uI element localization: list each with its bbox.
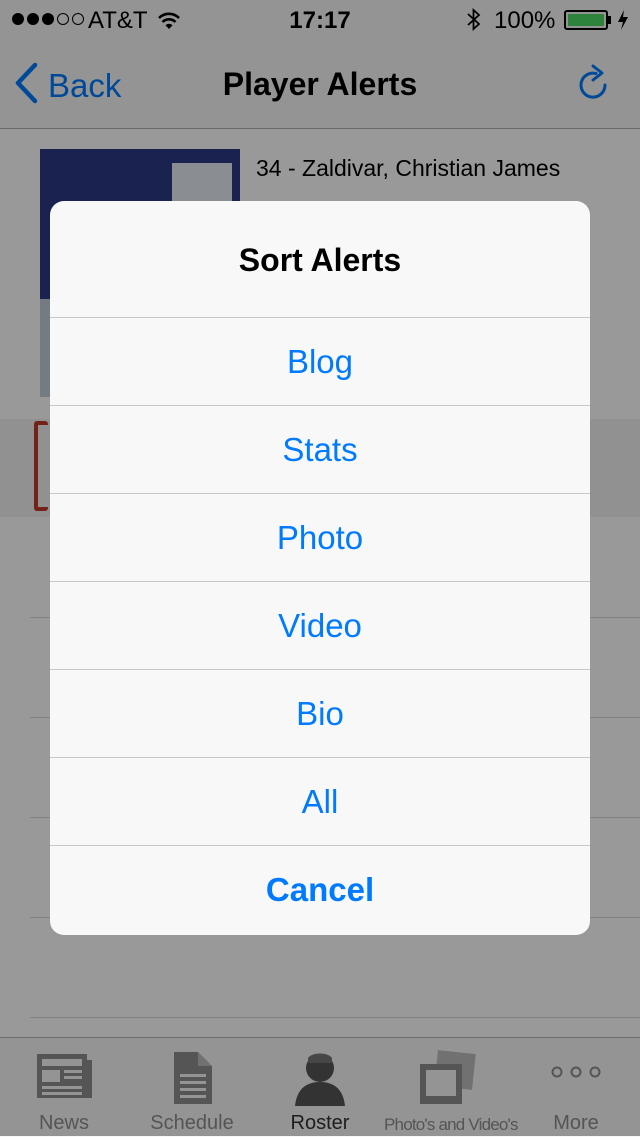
sort-alerts-dialog: Sort Alerts Blog Stats Photo Video Bio A… [50, 201, 590, 935]
sort-bio-button[interactable]: Bio [50, 670, 590, 758]
sort-video-button[interactable]: Video [50, 582, 590, 670]
dialog-title: Sort Alerts [50, 201, 590, 318]
sort-all-button[interactable]: All [50, 758, 590, 846]
sort-photo-button[interactable]: Photo [50, 494, 590, 582]
cancel-button[interactable]: Cancel [50, 846, 590, 934]
sort-stats-button[interactable]: Stats [50, 406, 590, 494]
sort-blog-button[interactable]: Blog [50, 318, 590, 406]
